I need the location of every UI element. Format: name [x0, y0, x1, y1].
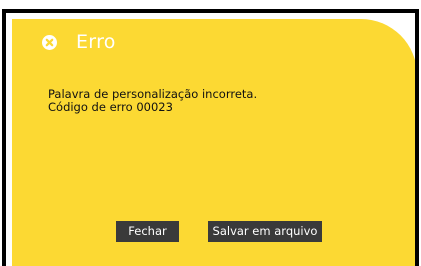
error-message: Palavra de personalização incorreta. Cód…	[48, 88, 257, 114]
dialog-title-bar: Erro	[42, 31, 116, 53]
close-button[interactable]: Fechar	[116, 221, 179, 242]
error-code-text: Código de erro 00023	[48, 100, 173, 114]
dialog-title: Erro	[76, 31, 116, 53]
save-to-file-button[interactable]: Salvar em arquivo	[208, 221, 322, 242]
close-icon[interactable]	[42, 34, 57, 50]
